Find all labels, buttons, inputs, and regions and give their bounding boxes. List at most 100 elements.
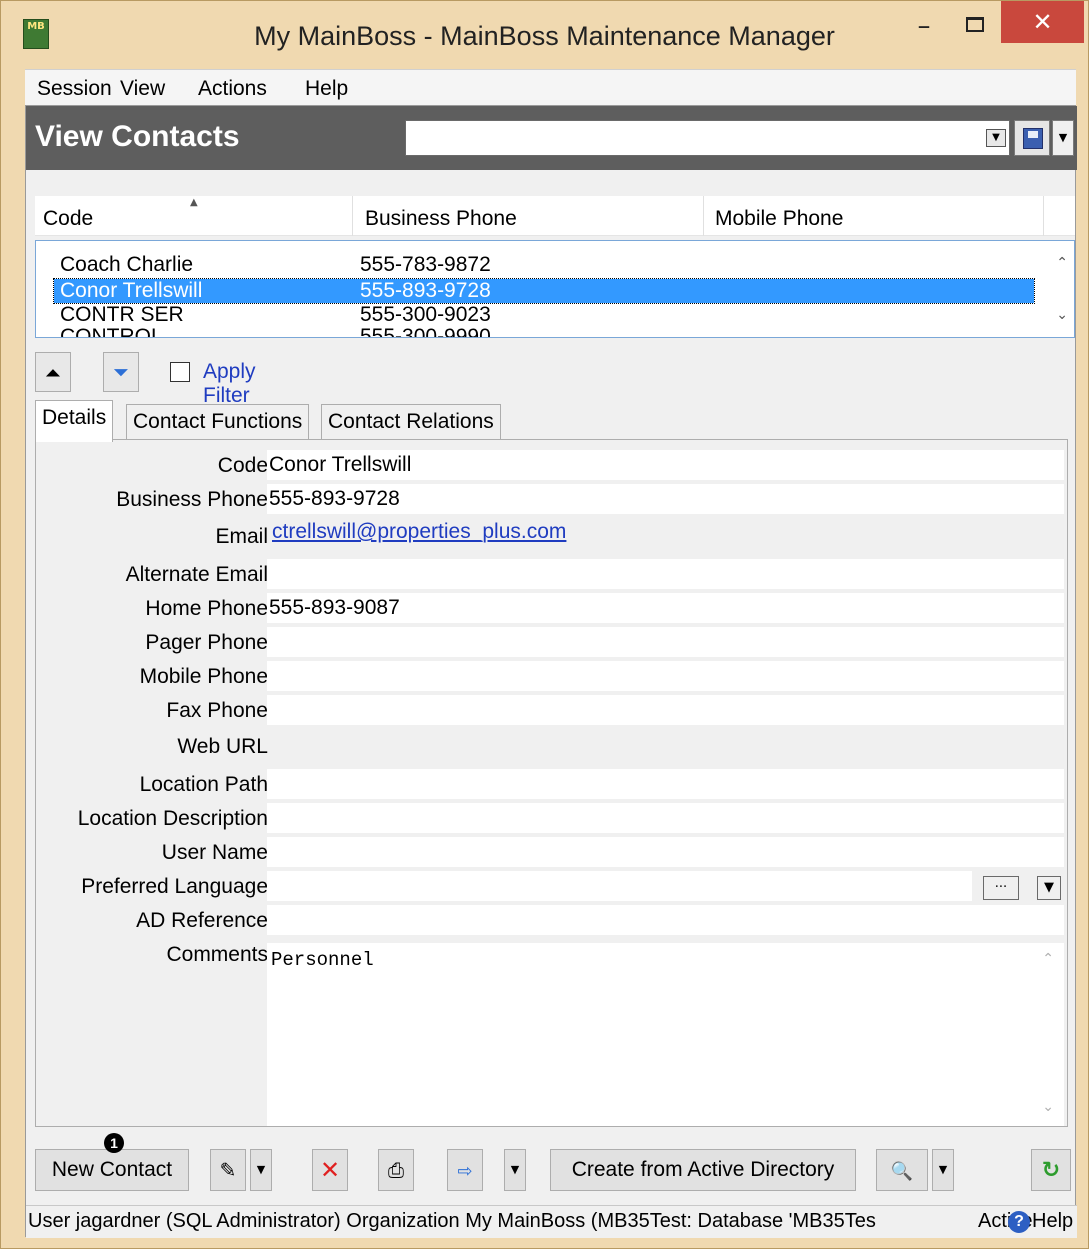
row-code: Conor Trellswill [60,279,203,302]
new-contact-button[interactable]: New Contact [35,1149,189,1191]
export-icon: ⇨ [457,1161,473,1182]
search-button[interactable]: 🔍 [876,1149,928,1191]
tab-details[interactable]: Details [35,400,114,442]
fax-phone-field[interactable] [267,695,1064,725]
list-scroll-down-icon[interactable]: ⌄ [1056,307,1068,323]
combo-dropdown-icon[interactable]: ▼ [986,129,1006,147]
location-description-label: Location Description [77,807,268,830]
menu-view[interactable]: View [120,77,165,101]
menu-session[interactable]: Session [37,77,112,101]
home-phone-field[interactable]: 555-893-9087 [267,593,1064,623]
row-business-phone: 555-300-9023 [360,303,491,326]
delete-button[interactable]: ✕ [312,1149,348,1191]
maximize-icon [966,17,984,32]
edit-button[interactable]: ✎ [210,1149,246,1191]
mobile-phone-label: Mobile Phone [139,665,268,688]
menu-bar: Session View Actions Help [25,69,1076,105]
list-header: ▲ Code Business Phone Mobile Phone [35,196,1075,236]
main-window: MB My MainBoss - MainBoss Maintenance Ma… [0,0,1089,1249]
funnel-icon: ⏷ [113,360,129,384]
language-dropdown-icon[interactable]: ▼ [1037,876,1061,900]
row-business-phone: 555-893-9728 [360,279,491,302]
sort-ascending-icon: ▲ [190,197,198,208]
row-code: CONTR SER [60,303,184,326]
apply-filter-checkbox[interactable] [170,362,190,382]
pager-phone-field[interactable] [267,627,1064,657]
callout-badge: 1 [104,1133,124,1153]
refresh-button[interactable]: ↻ [1031,1149,1071,1191]
comments-label: Comments [166,943,268,966]
comments-textarea[interactable]: Personnel ⌃ ⌄ [267,943,1064,1126]
floppy-disk-icon [1023,128,1043,149]
home-phone-label: Home Phone [145,597,268,620]
column-separator[interactable] [352,196,353,236]
printer-icon: ⎙ [388,1158,404,1182]
row-code: Coach Charlie [60,253,194,276]
export-button[interactable]: ⇨ [447,1149,483,1191]
ad-reference-field[interactable] [267,905,1064,935]
row-business-phone: 555-300-9990 [360,325,491,338]
menu-actions[interactable]: Actions [198,77,267,101]
user-name-field[interactable] [267,837,1064,867]
location-path-field[interactable] [267,769,1064,799]
minimize-button[interactable]: – [906,11,942,55]
list-row[interactable]: CONTR SER 555-300-9023 [54,303,1034,327]
save-view-button[interactable] [1014,120,1050,156]
delete-x-icon: ✕ [319,1156,341,1184]
close-button[interactable]: ✕ [1001,1,1084,43]
pager-phone-label: Pager Phone [145,631,268,654]
view-title: View Contacts [35,120,240,153]
email-label: Email [215,525,268,548]
user-name-label: User Name [161,841,268,864]
tab-contact-relations[interactable]: Contact Relations [321,404,501,440]
list-row[interactable]: CONTROL 555-300-9990 [54,325,1034,338]
title-bar: MB My MainBoss - MainBoss Maintenance Ma… [1,1,1088,69]
list-row-selected[interactable]: Conor Trellswill 555-893-9728 [53,278,1035,304]
print-button[interactable]: ⎙ [378,1149,414,1191]
edit-dropdown[interactable]: ▼ [250,1149,272,1191]
edit-pencil-icon: ✎ [219,1158,237,1182]
list-scroll-up-icon[interactable]: ⌃ [1056,255,1068,271]
mobile-phone-field[interactable] [267,661,1064,691]
column-header-code[interactable]: Code [43,207,93,231]
menu-help[interactable]: Help [305,77,348,101]
view-selector-combo[interactable]: ▼ [405,120,1010,156]
comments-text: Personnel [271,949,374,971]
fax-phone-label: Fax Phone [166,699,268,722]
filter-button[interactable]: ⏷ [103,352,139,392]
column-separator[interactable] [703,196,704,236]
business-phone-field[interactable]: 555-893-9728 [267,484,1064,514]
alternate-email-field[interactable] [267,559,1064,589]
contacts-list[interactable]: Coach Charlie 555-783-9872 Conor Trellsw… [35,240,1075,338]
column-header-business-phone[interactable]: Business Phone [365,207,517,231]
browse-button[interactable]: ··· [983,876,1019,900]
collapse-list-button[interactable]: ⏶ [35,352,71,392]
code-field[interactable]: Conor Trellswill [267,450,1064,480]
search-dropdown[interactable]: ▼ [932,1149,954,1191]
export-dropdown[interactable]: ▼ [504,1149,526,1191]
status-bar: User jagardner (SQL Administrator) Organ… [26,1205,1077,1238]
column-header-mobile-phone[interactable]: Mobile Phone [715,207,843,231]
apply-filter-label[interactable]: Apply Filter [203,360,256,408]
help-label: Help [1032,1210,1074,1232]
double-up-arrow-icon: ⏶ [45,363,61,384]
status-text: User jagardner (SQL Administrator) Organ… [28,1210,876,1232]
binoculars-icon: 🔍 [890,1161,914,1182]
tab-contact-functions[interactable]: Contact Functions [126,404,310,440]
comments-scroll-down-icon[interactable]: ⌄ [1042,1099,1054,1115]
row-business-phone: 555-783-9872 [360,253,491,276]
list-row[interactable]: Coach Charlie 555-783-9872 [54,253,1034,277]
save-view-dropdown[interactable]: ▼ [1052,120,1074,156]
help-link[interactable]: ? Help [1008,1206,1073,1237]
preferred-language-field[interactable] [267,871,972,901]
view-header: View Contacts ▼ ▼ [26,106,1077,170]
business-phone-label: Business Phone [116,488,268,511]
column-separator[interactable] [1043,196,1044,236]
create-from-active-directory-button[interactable]: Create from Active Directory [550,1149,856,1191]
comments-scroll-up-icon[interactable]: ⌃ [1042,951,1054,967]
location-path-label: Location Path [139,773,268,796]
location-description-field[interactable] [267,803,1064,833]
maximize-button[interactable] [957,9,993,53]
web-url-label: Web URL [177,735,268,758]
email-link[interactable]: ctrellswill@properties_plus.com [272,520,566,544]
